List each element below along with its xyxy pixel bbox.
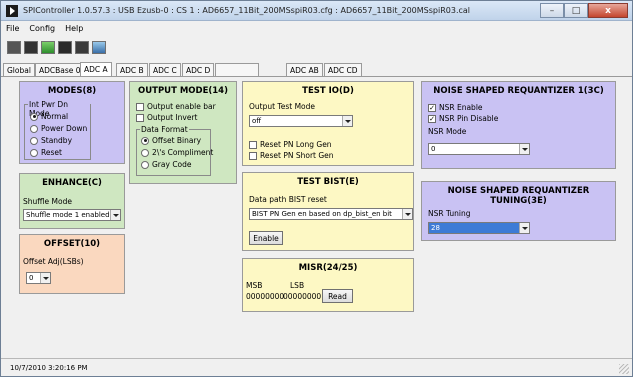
maximize-button[interactable]: □ <box>564 3 588 18</box>
check-reset-pn-short[interactable]: Reset PN Short Gen <box>249 151 334 160</box>
status-timestamp: 10/7/2010 3:20:16 PM <box>10 364 88 372</box>
chevron-down-icon <box>40 273 50 283</box>
offset-panel: OFFSET(10) Offset Adj(LSBs) 0 <box>19 234 125 294</box>
msb-label: MSB <box>246 281 263 290</box>
modes-panel: MODES(8) Int Pwr Dn Mode Normal Power Do… <box>19 81 125 164</box>
read-button[interactable]: Read <box>322 289 353 303</box>
nsr-tuning-panel: NOISE SHAPED REQUANTIZER TUNING(3E) NSR … <box>421 181 616 241</box>
output-mode-panel: OUTPUT MODE(14) Output enable bar Output… <box>129 81 237 184</box>
nsr-tuning-title: NOISE SHAPED REQUANTIZER TUNING(3E) <box>447 186 590 206</box>
chevron-down-icon <box>402 209 412 219</box>
tab-adc-b[interactable]: ADC B <box>116 63 148 77</box>
grid-icon[interactable] <box>41 40 55 54</box>
tab-adc-c[interactable]: ADC C <box>149 63 181 77</box>
check-nsr-enable[interactable]: ✓ NSR Enable <box>428 103 483 112</box>
offset-title: OFFSET(10) <box>43 239 101 249</box>
app-window: SPIController 1.0.57.3 : USB Ezusb-0 : C… <box>0 0 633 377</box>
radio-twos-compliment[interactable]: 2\'s Compliment <box>141 148 213 157</box>
status-bar: 10/7/2010 3:20:16 PM <box>1 358 632 376</box>
menu-help[interactable]: Help <box>60 22 88 36</box>
nsr-panel: NOISE SHAPED REQUANTIZER 1(3C) ✓ NSR Enab… <box>421 81 616 169</box>
output-mode-title: OUTPUT MODE(14) <box>138 86 228 96</box>
chevron-down-icon <box>110 210 120 220</box>
monitor-icon[interactable] <box>75 40 89 54</box>
save-icon[interactable] <box>7 40 21 54</box>
window-title: SPIController 1.0.57.3 : USB Ezusb-0 : C… <box>23 6 471 15</box>
tab-global[interactable]: Global <box>3 63 35 77</box>
test-io-title: TEST IO(D) <box>302 86 354 96</box>
test-io-panel: TEST IO(D) Output Test Mode off Reset PN… <box>242 81 414 166</box>
image-icon[interactable] <box>92 40 106 54</box>
int-pwr-dn-group: Int Pwr Dn Mode Normal Power Down Standb… <box>24 100 91 160</box>
radio-reset[interactable]: Reset <box>30 148 62 157</box>
radio-offset-binary[interactable]: Offset Binary <box>141 136 201 145</box>
menu-bar: File Config Help <box>1 22 632 36</box>
shuffle-mode-select[interactable]: Shuffle mode 1 enabled <box>23 209 121 221</box>
offset-adj-label: Offset Adj(LSBs) <box>23 257 84 266</box>
misr-panel: MISR(24/25) MSB LSB 00000000 00000000 Re… <box>242 258 414 312</box>
test-bist-title: TEST BIST(E) <box>297 177 359 187</box>
radio-power-down[interactable]: Power Down <box>30 124 87 133</box>
data-format-label: Data Format <box>140 125 189 134</box>
nsr-title: NOISE SHAPED REQUANTIZER 1(3C) <box>433 86 604 96</box>
title-bar[interactable]: SPIController 1.0.57.3 : USB Ezusb-0 : C… <box>1 1 632 21</box>
chevron-down-icon <box>519 223 529 233</box>
app-icon <box>6 5 18 17</box>
tab-adc-a[interactable]: ADC A <box>80 62 112 77</box>
menu-file[interactable]: File <box>1 22 24 36</box>
check-reset-pn-long[interactable]: Reset PN Long Gen <box>249 140 332 149</box>
resize-grip-icon[interactable] <box>619 364 629 374</box>
nsr-mode-label: NSR Mode <box>428 127 467 136</box>
output-test-mode-select[interactable]: off <box>249 115 353 127</box>
radio-gray-code[interactable]: Gray Code <box>141 160 192 169</box>
offset-adj-select[interactable]: 0 <box>26 272 51 284</box>
check-output-enable-bar[interactable]: Output enable bar <box>136 102 216 111</box>
check-output-invert[interactable]: Output Invert <box>136 113 197 122</box>
tab-adc-d[interactable]: ADC D <box>182 63 215 77</box>
nsr-tuning-label: NSR Tuning <box>428 209 471 218</box>
test-bist-panel: TEST BIST(E) Data path BIST reset BIST P… <box>242 172 414 251</box>
chip-icon[interactable] <box>24 40 38 54</box>
radio-normal[interactable]: Normal <box>30 112 68 121</box>
toolbar <box>1 38 632 56</box>
minimize-button[interactable]: – <box>540 3 564 18</box>
enable-button[interactable]: Enable <box>249 231 283 245</box>
tab-divider <box>1 76 632 77</box>
lsb-label: LSB <box>290 281 305 290</box>
bist-reset-label: Data path BIST reset <box>249 195 327 204</box>
modes-title: MODES(8) <box>47 86 97 96</box>
chevron-down-icon <box>519 144 529 154</box>
misr-title: MISR(24/25) <box>298 263 358 273</box>
close-button[interactable]: x <box>588 3 628 18</box>
save-icon[interactable] <box>58 40 72 54</box>
tab-adc-cd[interactable]: ADC CD <box>324 63 362 77</box>
menu-config[interactable]: Config <box>24 22 60 36</box>
tab-bar: Global ADCBase 0 ADC A ADC B ADC C ADC D… <box>1 62 632 77</box>
enhance-title: ENHANCE(C) <box>42 178 102 188</box>
output-test-mode-label: Output Test Mode <box>249 102 316 111</box>
data-format-group: Data Format Offset Binary 2\'s Complimen… <box>136 125 213 176</box>
tab-blank[interactable] <box>215 63 259 77</box>
nsr-tuning-select[interactable]: 28 <box>428 222 530 234</box>
msb-value: 00000000 <box>246 292 285 301</box>
lsb-value: 00000000 <box>283 292 322 301</box>
enhance-panel: ENHANCE(C) Shuffle Mode Shuffle mode 1 e… <box>19 173 125 229</box>
radio-standby[interactable]: Standby <box>30 136 72 145</box>
tab-adc-ab[interactable]: ADC AB <box>286 63 323 77</box>
chevron-down-icon <box>342 116 352 126</box>
bist-reset-select[interactable]: BIST PN Gen en based on dp_bist_en bit <box>249 208 413 220</box>
tab-adcbase0[interactable]: ADCBase 0 <box>35 63 85 77</box>
check-nsr-pin-disable[interactable]: ✓ NSR Pin Disable <box>428 114 498 123</box>
nsr-mode-select[interactable]: 0 <box>428 143 530 155</box>
shuffle-mode-label: Shuffle Mode <box>23 197 72 206</box>
